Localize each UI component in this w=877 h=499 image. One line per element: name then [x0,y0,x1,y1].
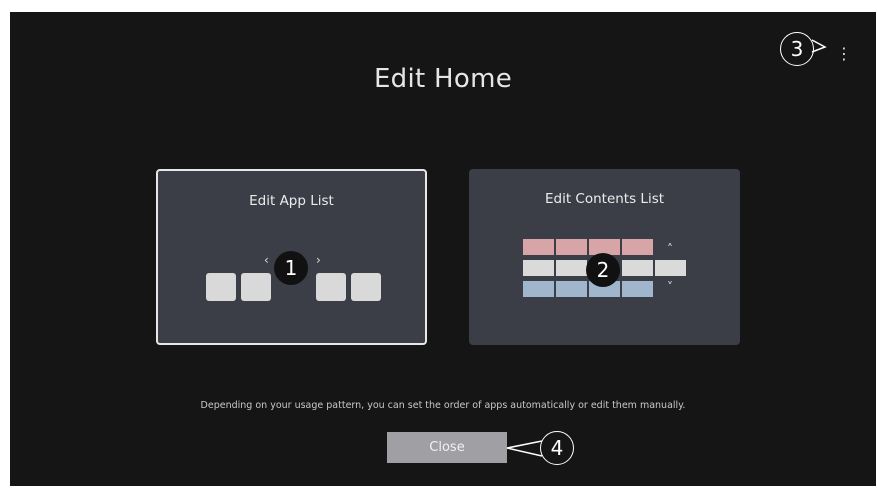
callout-3: 3 [780,32,814,66]
callout-4: 4 [540,431,574,465]
callout-4-pointer [506,440,543,457]
edit-home-screen: Edit Home ⋮ Edit App List ‹ › 1 Edit Con… [10,12,876,486]
callout-pointers [506,39,827,457]
